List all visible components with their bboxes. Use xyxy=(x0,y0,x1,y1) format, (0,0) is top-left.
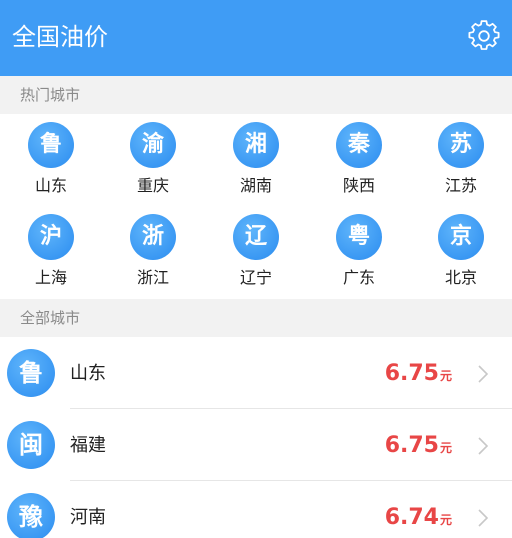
chevron-right-icon xyxy=(478,509,489,527)
province-badge: 鲁 xyxy=(28,122,74,168)
city-name: 湖南 xyxy=(239,176,272,195)
province-badge: 粤 xyxy=(336,214,382,260)
price: 6.75元 xyxy=(385,431,452,463)
list-item[interactable]: 豫 河南 6.74元 xyxy=(0,481,512,538)
city-name: 山东 xyxy=(34,176,67,195)
price-value: 6.75 xyxy=(384,433,439,458)
hot-city-item[interactable]: 鲁 山东 xyxy=(0,114,102,206)
price-value: 6.74 xyxy=(384,505,439,530)
province-name: 福建 xyxy=(70,435,106,456)
hot-cities-grid: 鲁 山东 渝 重庆 湘 湖南 秦 陕西 苏 江苏 沪 上海 浙 浙江 辽 辽宁 … xyxy=(0,114,512,299)
province-badge: 辽 xyxy=(233,214,279,260)
price-unit: 元 xyxy=(439,513,452,527)
price-unit: 元 xyxy=(439,441,452,455)
hot-city-item[interactable]: 京 北京 xyxy=(410,206,512,298)
city-name: 北京 xyxy=(444,268,477,287)
province-badge: 京 xyxy=(438,214,484,260)
city-name: 广东 xyxy=(342,268,375,287)
list-item[interactable]: 鲁 山东 6.75元 xyxy=(0,337,512,409)
hot-city-item[interactable]: 浙 浙江 xyxy=(102,206,204,298)
app-header: 全国油价 xyxy=(0,0,512,76)
province-badge: 秦 xyxy=(336,122,382,168)
price: 6.74元 xyxy=(385,503,452,535)
hot-city-item[interactable]: 辽 辽宁 xyxy=(205,206,307,298)
hot-city-item[interactable]: 沪 上海 xyxy=(0,206,102,298)
price-unit: 元 xyxy=(439,369,452,383)
all-cities-list: 鲁 山东 6.75元 闽 福建 6.75元 豫 河南 6.74元 xyxy=(0,337,512,538)
province-name: 河南 xyxy=(70,507,106,528)
province-badge: 苏 xyxy=(438,122,484,168)
hot-city-item[interactable]: 湘 湖南 xyxy=(205,114,307,206)
list-item[interactable]: 闽 福建 6.75元 xyxy=(0,409,512,481)
hot-city-item[interactable]: 粤 广东 xyxy=(308,206,410,298)
province-badge: 鲁 xyxy=(7,349,55,397)
hot-cities-label: 热门城市 xyxy=(0,76,512,114)
price: 6.75元 xyxy=(385,359,452,391)
city-name: 辽宁 xyxy=(239,268,272,287)
all-cities-label: 全部城市 xyxy=(0,299,512,337)
chevron-right-icon xyxy=(478,437,489,455)
chevron-right-icon xyxy=(478,365,489,383)
city-name: 重庆 xyxy=(136,176,169,195)
city-name: 上海 xyxy=(34,268,67,287)
province-badge: 湘 xyxy=(233,122,279,168)
gear-icon[interactable] xyxy=(468,20,500,52)
city-name: 浙江 xyxy=(136,268,169,287)
price-value: 6.75 xyxy=(384,361,439,386)
province-badge: 渝 xyxy=(130,122,176,168)
province-badge: 沪 xyxy=(28,214,74,260)
page-title: 全国油价 xyxy=(12,23,108,51)
province-badge: 浙 xyxy=(130,214,176,260)
hot-city-item[interactable]: 苏 江苏 xyxy=(410,114,512,206)
hot-city-item[interactable]: 渝 重庆 xyxy=(102,114,204,206)
hot-city-item[interactable]: 秦 陕西 xyxy=(308,114,410,206)
province-badge: 豫 xyxy=(7,493,55,538)
city-name: 陕西 xyxy=(342,176,375,195)
province-name: 山东 xyxy=(70,363,106,384)
city-name: 江苏 xyxy=(444,176,477,195)
province-badge: 闽 xyxy=(7,421,55,469)
